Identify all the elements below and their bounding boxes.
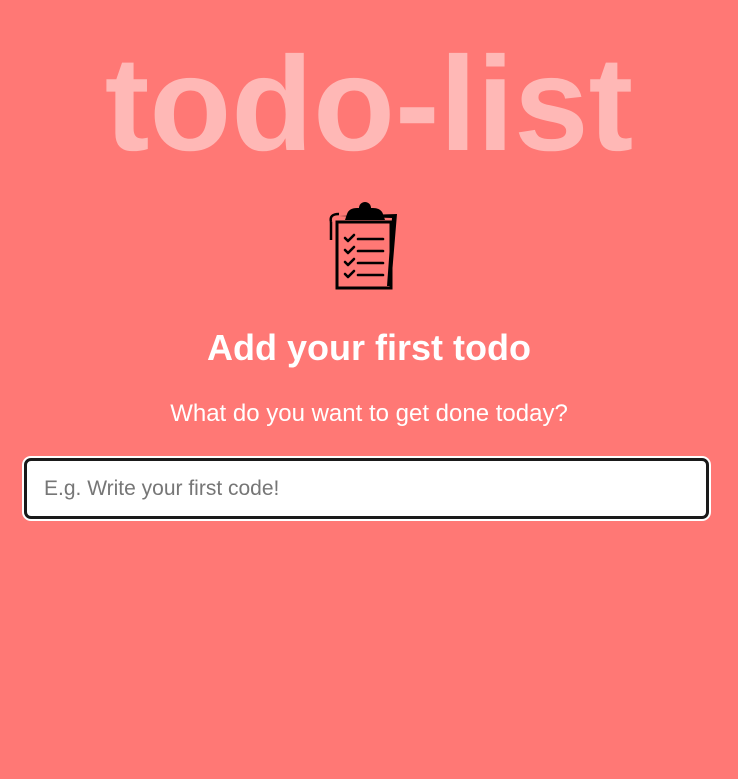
todo-input-container — [22, 456, 711, 521]
empty-state-subheading: What do you want to get done today? — [170, 400, 568, 427]
todo-input[interactable] — [24, 458, 709, 519]
app-title: todo-list — [104, 30, 634, 179]
empty-state-heading: Add your first todo — [207, 327, 531, 368]
clipboard-checklist-icon — [327, 200, 401, 292]
